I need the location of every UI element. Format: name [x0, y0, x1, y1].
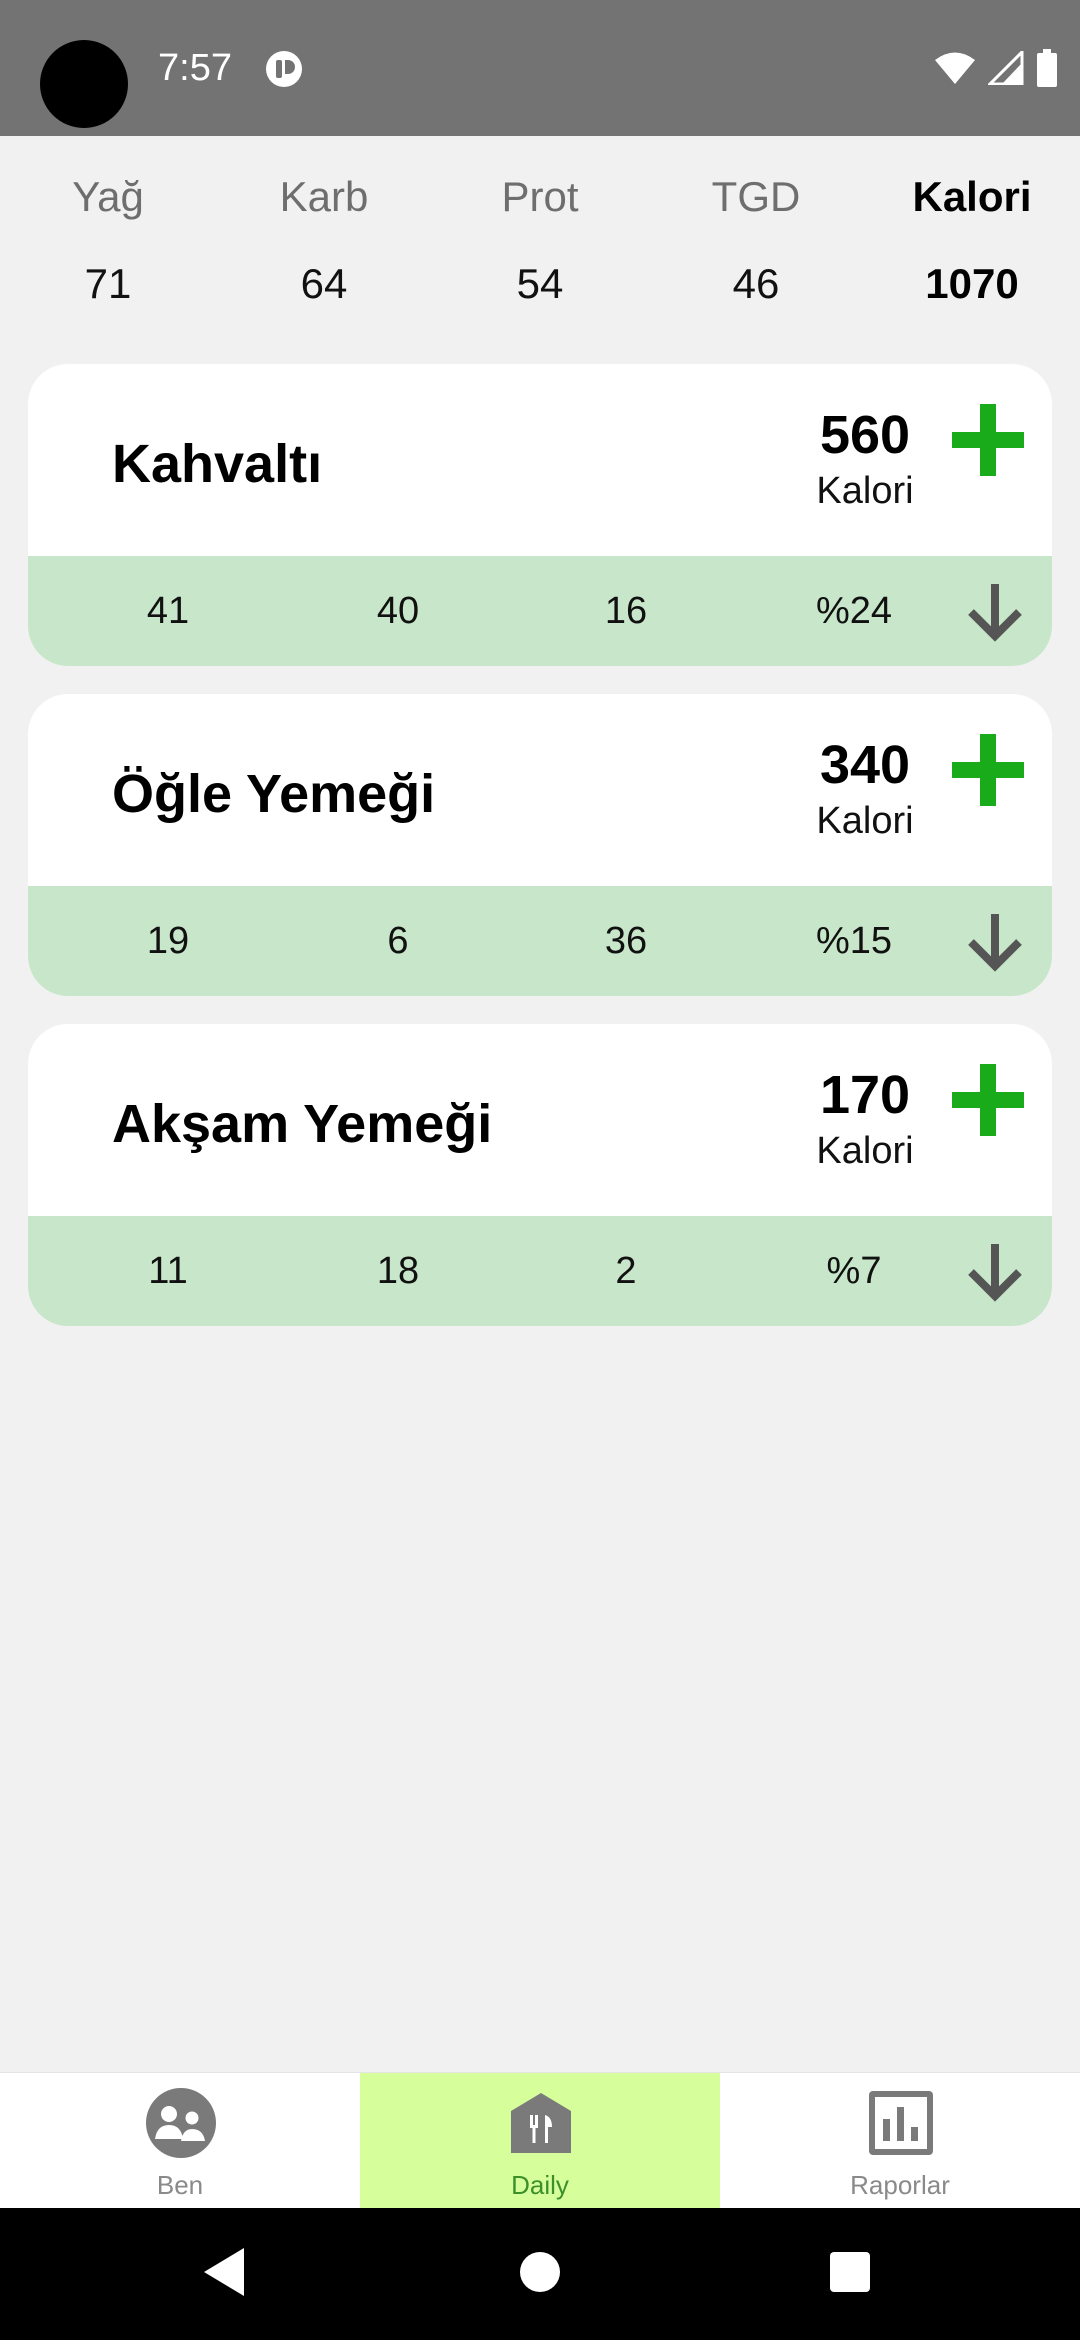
meal-calories: 340 Kalori: [758, 732, 972, 844]
summary-label: Kalori: [912, 173, 1032, 220]
wifi-icon: [935, 52, 975, 84]
nav-label: Daily: [511, 2170, 569, 2200]
meal-name: Öğle Yemeği: [112, 764, 436, 824]
meal-stat-protein: 36: [604, 920, 648, 962]
meal-calories-value: 340: [819, 735, 911, 795]
meal-stat-percent: %15: [815, 920, 893, 962]
summary-value: 46: [732, 260, 780, 307]
meal-stat-carb: 40: [376, 590, 420, 632]
meal-calories-unit: Kalori: [816, 800, 914, 842]
meal-card-lunch[interactable]: Öğle Yemeği 340 Kalori 19 6 36 %15: [28, 694, 1052, 996]
meal-calories-value: 560: [819, 405, 911, 465]
summary-label: Prot: [501, 173, 579, 220]
camera-cutout: [40, 40, 128, 128]
summary-label: TGD: [711, 173, 801, 220]
nav-label: Ben: [156, 2170, 204, 2200]
arrow-down-icon[interactable]: [966, 1240, 1024, 1302]
cell-signal-icon: [988, 51, 1024, 85]
status-time: 7:57: [158, 47, 232, 89]
summary-label: Karb: [279, 173, 369, 220]
arrow-down-icon[interactable]: [966, 910, 1024, 972]
notification-app-icon: [266, 51, 302, 87]
home-icon[interactable]: [518, 2246, 562, 2298]
meal-card-dinner[interactable]: Akşam Yemeği 170 Kalori 11 18 2 %7: [28, 1024, 1052, 1326]
arrow-down-icon[interactable]: [966, 580, 1024, 642]
bar-chart-icon: [869, 2091, 933, 2155]
nav-label: Raporlar: [850, 2170, 950, 2200]
nav-tab-daily[interactable]: Daily: [360, 2073, 720, 2209]
summary-value: 1070: [925, 260, 1019, 307]
meal-card-breakfast[interactable]: Kahvaltı 560 Kalori 41 40 16 %24: [28, 364, 1052, 666]
summary-value: 71: [84, 260, 132, 307]
meal-stat-protein: 16: [604, 590, 648, 632]
meal-stat-fat: 11: [148, 1250, 188, 1292]
add-food-button[interactable]: [948, 1060, 1028, 1140]
summary-label: Yağ: [72, 173, 144, 220]
meal-calories-value: 170: [819, 1065, 911, 1125]
meal-stat-percent: %24: [815, 590, 893, 632]
nav-tab-ben[interactable]: Ben: [0, 2073, 360, 2209]
meal-calories: 560 Kalori: [758, 402, 972, 514]
daily-summary: Yağ 71 Karb 64 Prot 54 TGD 46 Kalori 107…: [0, 136, 1080, 356]
status-bar: 7:57: [0, 0, 1080, 136]
meal-stat-carb: 18: [376, 1250, 420, 1292]
summary-value: 64: [300, 260, 348, 307]
meal-stat-fat: 19: [146, 920, 190, 962]
meal-stat-protein: 2: [615, 1250, 637, 1292]
meal-name: Kahvaltı: [112, 434, 323, 494]
status-icons: [934, 48, 1058, 88]
meal-stats: 41 40 16 %24: [28, 556, 1052, 666]
battery-icon: [1037, 49, 1057, 87]
bottom-nav: Ben Daily Raporlar: [0, 2072, 1080, 2209]
meal-stats: 19 6 36 %15: [28, 886, 1052, 996]
nav-tab-raporlar[interactable]: Raporlar: [720, 2073, 1080, 2209]
dining-icon: [511, 2093, 571, 2153]
recents-icon[interactable]: [828, 2246, 872, 2298]
meal-stat-percent: %7: [826, 1250, 882, 1292]
meal-stats: 11 18 2 %7: [28, 1216, 1052, 1326]
back-icon[interactable]: [200, 2246, 248, 2298]
meal-name: Akşam Yemeği: [112, 1094, 493, 1154]
meal-calories: 170 Kalori: [758, 1062, 972, 1174]
meal-stat-carb: 6: [387, 920, 409, 962]
add-food-button[interactable]: [948, 730, 1028, 810]
meal-calories-unit: Kalori: [816, 1130, 914, 1172]
summary-value: 54: [516, 260, 564, 307]
add-food-button[interactable]: [948, 400, 1028, 480]
system-nav-bar: [0, 2208, 1080, 2340]
people-icon: [146, 2088, 216, 2158]
meal-calories-unit: Kalori: [816, 470, 914, 512]
meal-stat-fat: 41: [146, 590, 190, 632]
